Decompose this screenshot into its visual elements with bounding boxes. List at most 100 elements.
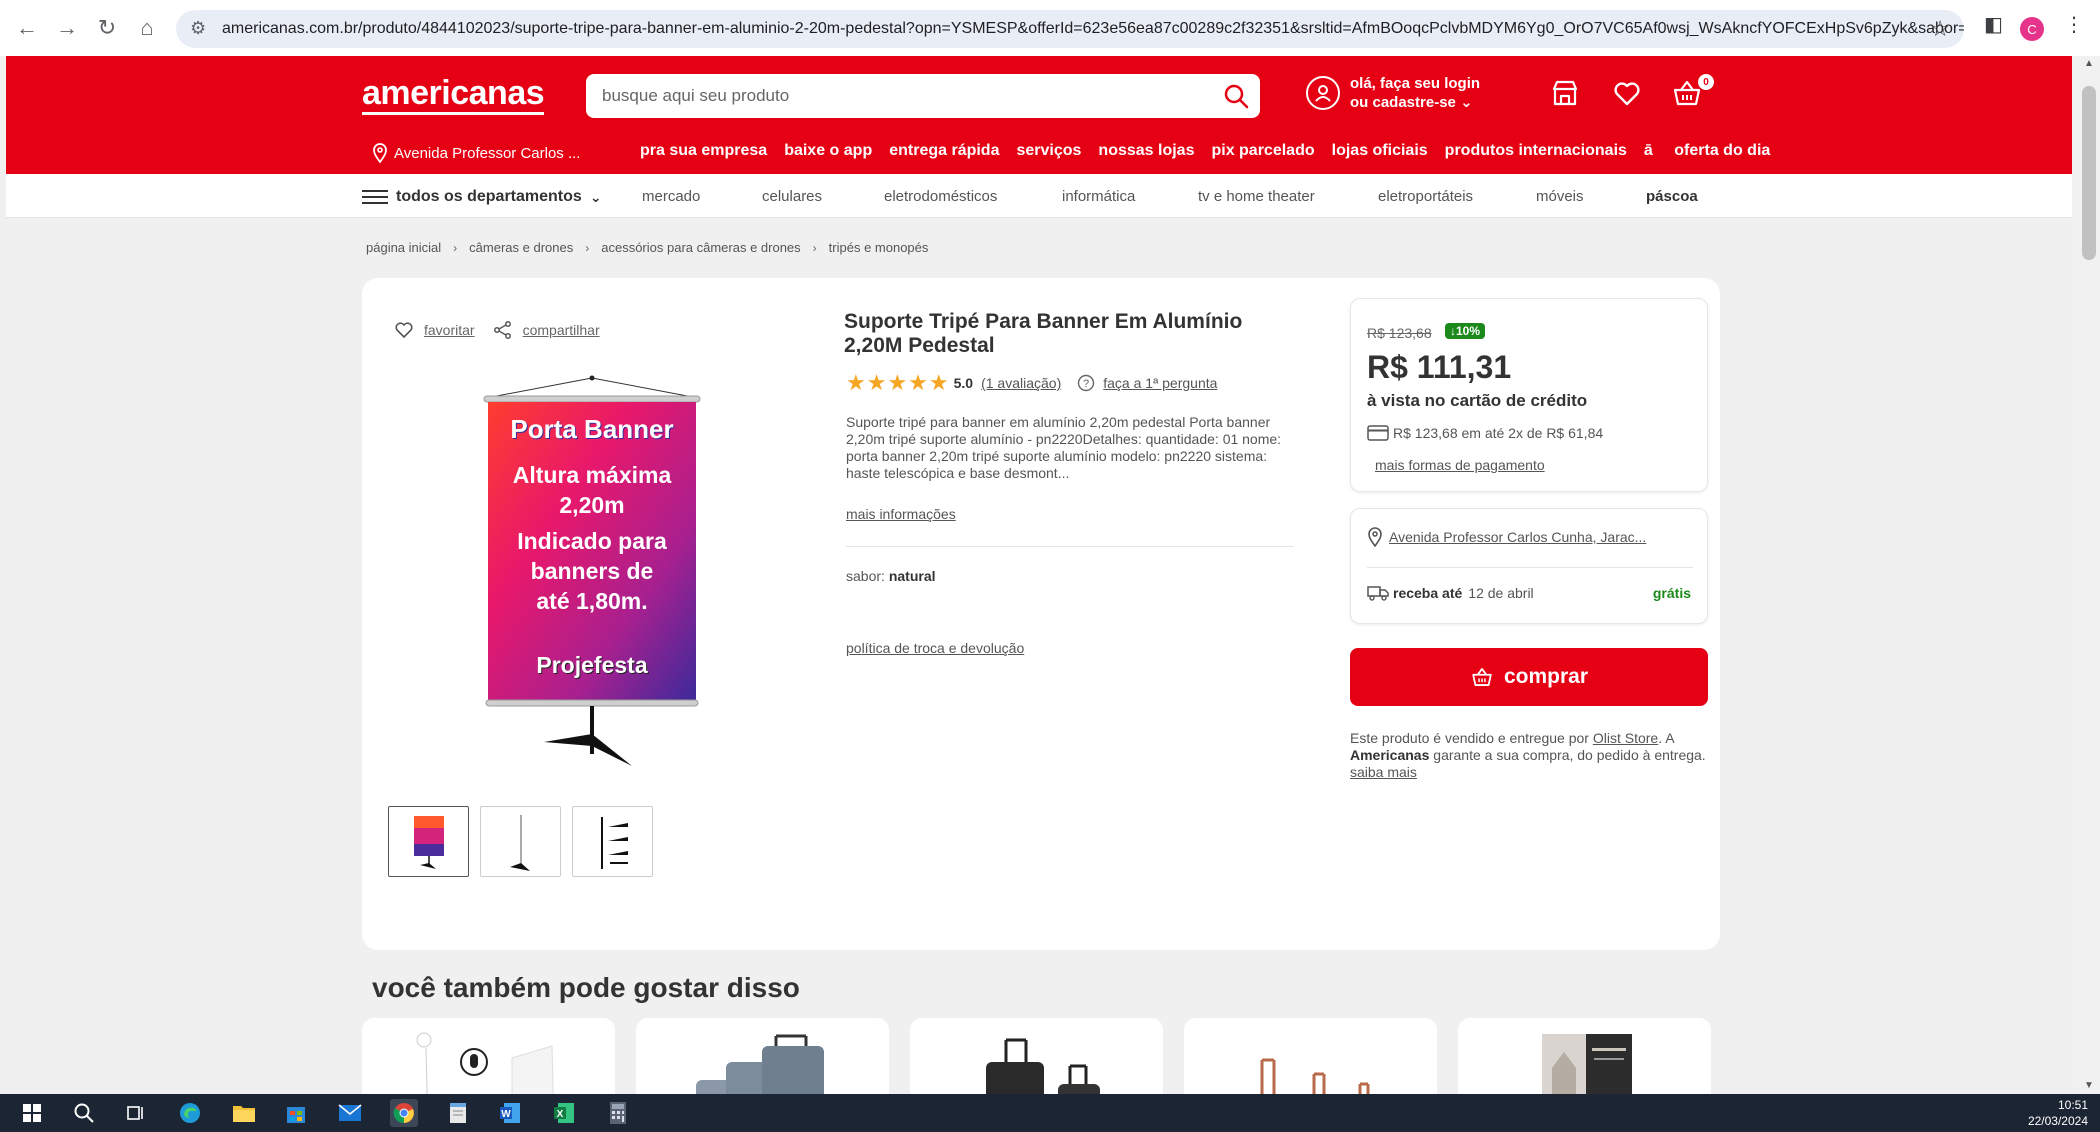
quicklink-entrega[interactable]: entrega rápida — [889, 142, 999, 160]
quicklink-lojas[interactable]: nossas lojas — [1098, 142, 1194, 160]
share-icon[interactable] — [493, 320, 513, 340]
task-view-icon[interactable] — [122, 1099, 150, 1127]
seller-info: Este produto é vendido e entregue por Ol… — [1350, 730, 1710, 781]
excel-icon[interactable]: X — [550, 1099, 578, 1127]
microsoft-store-icon[interactable] — [282, 1099, 310, 1127]
page-scrollbar[interactable]: ▲ ▼ — [2078, 56, 2100, 1094]
shipping-address-row[interactable]: Avenida Professor Carlos Cunha, Jarac... — [1367, 527, 1646, 547]
windows-start-icon[interactable] — [18, 1099, 46, 1127]
banner-title: Porta Banner — [510, 414, 674, 444]
more-info-link[interactable]: mais informações — [846, 506, 956, 522]
bookmark-star-icon[interactable]: ☆ — [1930, 16, 1950, 42]
flavor-value: natural — [888, 568, 936, 584]
address-selector[interactable]: Avenida Professor Carlos ... — [372, 143, 580, 163]
quicklink-oficiais[interactable]: lojas oficiais — [1332, 142, 1428, 160]
dept-mercado[interactable]: mercado — [642, 188, 700, 205]
free-shipping-label: grátis — [1652, 585, 1691, 601]
clock-time: 10:51 — [2057, 1098, 2088, 1112]
chevron-down-icon: ⌄ — [589, 188, 602, 205]
americanas-logo[interactable]: americanas — [362, 76, 545, 115]
divider — [1367, 567, 1693, 568]
chevron-right-icon: › — [453, 240, 458, 255]
address-bar[interactable]: ⚙ americanas.com.br/produto/4844102023/s… — [176, 10, 1964, 48]
scrollbar-thumb[interactable] — [2082, 86, 2096, 260]
banner-brand: Projefesta — [536, 652, 648, 678]
payment-options-link[interactable]: mais formas de pagamento — [1375, 457, 1545, 473]
seller-link[interactable]: Olist Store — [1593, 730, 1658, 746]
site-info-icon[interactable]: ⚙ — [190, 18, 206, 39]
search-icon[interactable] — [70, 1099, 98, 1127]
profile-avatar[interactable]: C — [2020, 17, 2044, 41]
dept-tv[interactable]: tv e home theater — [1198, 188, 1315, 205]
reload-icon[interactable]: ↻ — [90, 11, 124, 45]
home-icon[interactable]: ⌂ — [130, 11, 164, 45]
all-departments-label: todos os departamentos — [396, 188, 582, 205]
all-departments-button[interactable]: todos os departamentos ⌄ — [362, 186, 602, 208]
search-input[interactable] — [586, 74, 1186, 118]
heart-icon[interactable] — [1612, 78, 1642, 108]
dept-pascoa[interactable]: páscoa — [1646, 188, 1698, 205]
five-stars-icon: ★★★★★ — [846, 370, 950, 395]
breadcrumb-item[interactable]: página inicial — [366, 240, 441, 255]
product-title: Suporte Tripé Para Banner Em Alumínio 2,… — [844, 310, 1243, 357]
buy-button[interactable]: comprar — [1350, 648, 1708, 706]
product-card: favoritar compartilhar Porta Banner Altu… — [362, 278, 1720, 950]
file-explorer-icon[interactable] — [230, 1099, 258, 1127]
chrome-icon[interactable] — [390, 1099, 418, 1127]
rating-score: 5.0 — [953, 375, 974, 391]
ask-question-link[interactable]: faça a 1ª pergunta — [1103, 375, 1217, 391]
system-clock[interactable]: 10:51 22/03/2024 — [2028, 1097, 2088, 1129]
heart-outline-icon[interactable] — [394, 321, 414, 339]
quicklinks-nav: pra sua empresa baixe o app entrega rápi… — [640, 142, 1804, 160]
discount-badge: ↓10% — [1445, 323, 1486, 339]
dept-celulares[interactable]: celulares — [762, 188, 822, 205]
favorite-link[interactable]: favoritar — [424, 322, 475, 338]
quicklink-servicos[interactable]: serviços — [1016, 142, 1081, 160]
location-pin-icon — [373, 143, 387, 163]
installments-row: R$ 123,68 em até 2x de R$ 61,84 — [1367, 425, 1603, 441]
recommendations-title: você também pode gostar disso — [372, 972, 800, 1003]
breadcrumb-item[interactable]: tripés e monopés — [829, 240, 929, 255]
quicklink-app[interactable]: baixe o app — [784, 142, 872, 160]
thumbnail-1[interactable] — [388, 806, 469, 877]
login-link[interactable]: olá, faça seu login ou cadastre-se ⌄ — [1306, 74, 1480, 112]
return-policy-link[interactable]: política de troca e devolução — [846, 640, 1024, 656]
breadcrumb-item[interactable]: câmeras e drones — [469, 240, 573, 255]
quicklink-internacionais[interactable]: produtos internacionais — [1445, 142, 1627, 160]
browser-menu-icon[interactable]: ⋮ — [2064, 12, 2084, 37]
mail-icon[interactable] — [336, 1099, 364, 1127]
learn-more-link[interactable]: saiba mais — [1350, 764, 1417, 780]
scroll-down-icon[interactable]: ▼ — [2084, 1080, 2094, 1091]
share-link[interactable]: compartilhar — [523, 322, 600, 338]
calculator-icon[interactable] — [604, 1099, 632, 1127]
scroll-up-icon[interactable]: ▲ — [2084, 58, 2094, 69]
quicklink-empresa[interactable]: pra sua empresa — [640, 142, 767, 160]
cart-count-badge: 0 — [1698, 74, 1714, 90]
thumbnail-3[interactable] — [572, 806, 653, 877]
edge-icon[interactable] — [176, 1099, 204, 1127]
reviews-link[interactable]: (1 avaliação) — [981, 375, 1061, 391]
breadcrumb: página inicial › câmeras e drones › aces… — [366, 240, 928, 255]
dept-eletrodomesticos[interactable]: eletrodomésticos — [884, 188, 997, 205]
flavor-row: sabor: natural — [846, 568, 936, 584]
dept-eletroportateis[interactable]: eletroportáteis — [1378, 188, 1473, 205]
dept-moveis[interactable]: móveis — [1536, 188, 1584, 205]
dept-informatica[interactable]: informática — [1062, 188, 1135, 205]
product-main-image[interactable]: Porta Banner Altura máxima 2,20m Indicad… — [482, 374, 702, 774]
url-text: americanas.com.br/produto/4844102023/sup… — [222, 20, 1964, 37]
back-icon[interactable]: ← — [10, 11, 44, 45]
store-icon[interactable] — [1550, 78, 1580, 108]
shipping-address: Avenida Professor Carlos Cunha, Jarac... — [1389, 529, 1647, 545]
word-icon[interactable]: W — [496, 1099, 524, 1127]
shipping-box: Avenida Professor Carlos Cunha, Jarac...… — [1350, 508, 1708, 624]
quicklink-oferta[interactable]: ā oferta do dia — [1644, 142, 1787, 160]
quicklink-pix[interactable]: pix parcelado — [1211, 142, 1314, 160]
search-icon[interactable] — [1222, 82, 1250, 110]
forward-icon[interactable]: → — [50, 11, 84, 45]
breadcrumb-item[interactable]: acessórios para câmeras e drones — [601, 240, 800, 255]
old-price: R$ 123,68 — [1367, 325, 1432, 341]
notepad-icon[interactable] — [444, 1099, 472, 1127]
side-panel-icon[interactable]: ◧ — [1984, 12, 2003, 37]
thumbnail-2[interactable] — [480, 806, 561, 877]
banner-line1: Altura máxima — [512, 462, 672, 488]
